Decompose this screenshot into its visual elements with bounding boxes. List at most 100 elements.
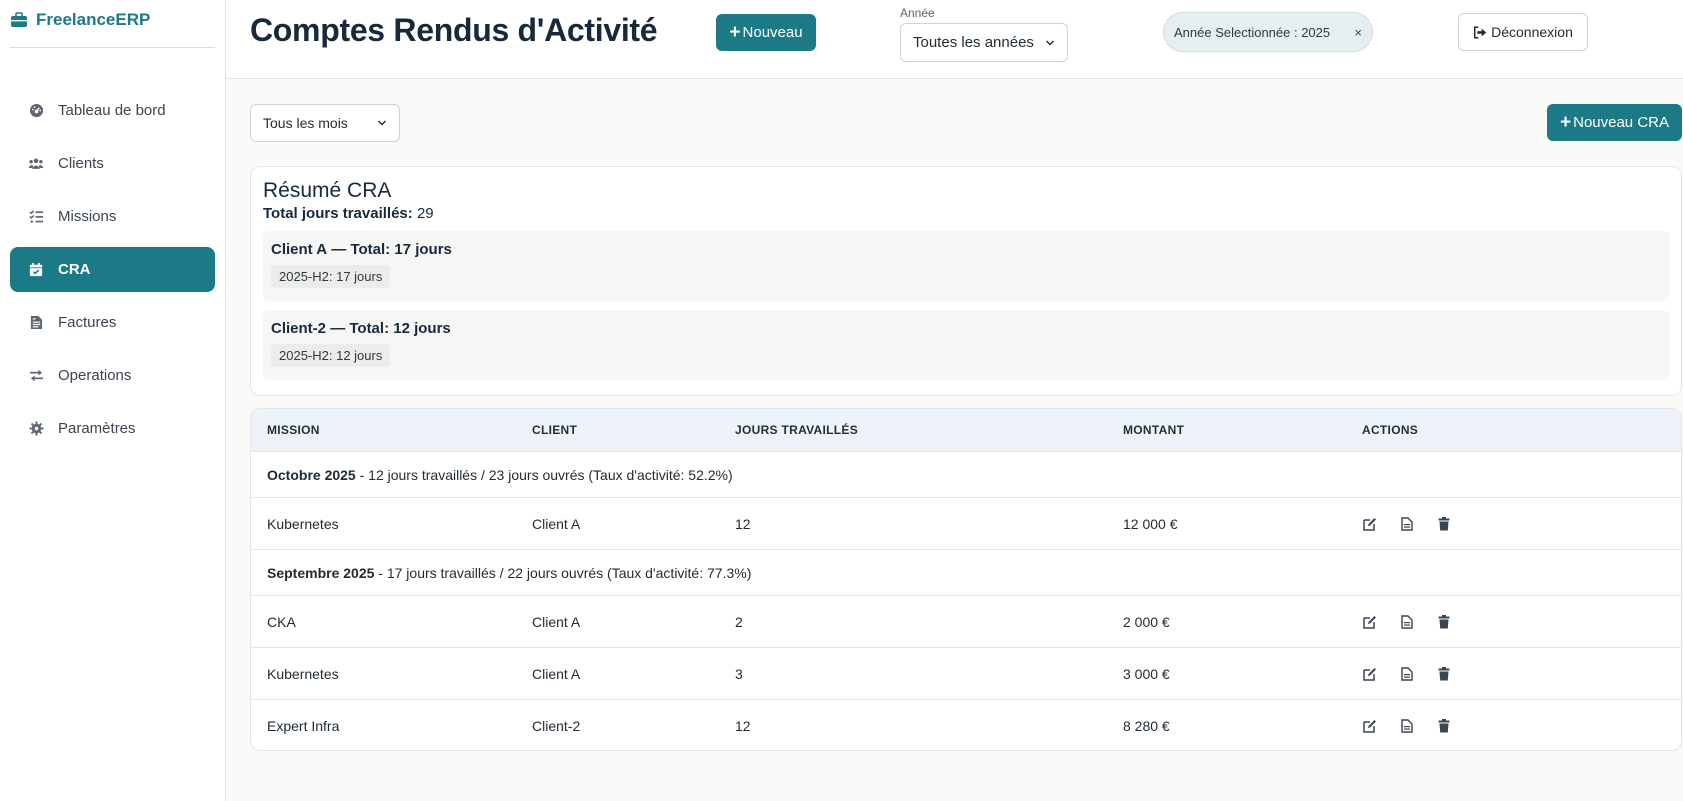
sidebar-nav: Tableau de bord Clients Missions CRA Fac…: [0, 48, 225, 451]
logout-button-label: Déconnexion: [1491, 24, 1573, 40]
edit-icon[interactable]: [1362, 718, 1378, 734]
logout-button[interactable]: Déconnexion: [1458, 13, 1588, 51]
summary-client-block: Client-2 — Total: 12 jours 2025-H2: 12 j…: [263, 310, 1669, 380]
cell-montant: 2 000 €: [1123, 613, 1170, 630]
sidebar-item-label: Tableau de bord: [58, 102, 166, 119]
cell-client: Client-2: [532, 718, 581, 734]
cell-mission: CKA: [267, 613, 296, 630]
cell-montant: 8 280 €: [1123, 718, 1170, 734]
cell-mission: Expert Infra: [267, 718, 340, 734]
summary-total: Total jours travaillés: 29: [263, 205, 1669, 222]
sidebar-item-label: Operations: [58, 367, 132, 384]
edit-icon[interactable]: [1362, 516, 1378, 532]
selected-year-chip: Année Selectionnée : 2025 ×: [1163, 12, 1373, 52]
new-cra-button-label: Nouveau CRA: [1573, 114, 1669, 131]
document-icon[interactable]: [1399, 718, 1415, 734]
cell-jours: 3: [735, 665, 743, 682]
month-group-row: Octobre 2025 - 12 jours travaillés / 23 …: [251, 452, 1681, 498]
sidebar-item-missions[interactable]: Missions: [10, 194, 215, 239]
sidebar-item-parametres[interactable]: Paramètres: [10, 406, 215, 451]
table-header: MISSION CLIENT JOURS TRAVAILLÉS MONTANT …: [251, 409, 1681, 452]
document-icon[interactable]: [1399, 666, 1415, 682]
chevron-down-icon: [378, 120, 386, 126]
cell-client: Client A: [532, 665, 581, 682]
cell-jours: 12: [735, 718, 751, 734]
new-button[interactable]: + Nouveau: [716, 14, 816, 51]
row-actions: [1362, 666, 1452, 682]
dashboard-icon: [28, 103, 44, 119]
column-header-mission[interactable]: MISSION: [267, 423, 320, 437]
selected-year-chip-label: Année Selectionnée : 2025: [1174, 24, 1331, 40]
month-group-detail: - 17 jours travaillés / 22 jours ouvrés …: [374, 564, 752, 581]
month-select[interactable]: Tous les mois: [250, 104, 400, 142]
sidebar-item-tableau-de-bord[interactable]: Tableau de bord: [10, 88, 215, 133]
trash-icon[interactable]: [1436, 718, 1452, 734]
cell-montant: 12 000 €: [1123, 515, 1178, 532]
calendar-check-icon: [28, 262, 44, 278]
edit-icon[interactable]: [1362, 666, 1378, 682]
row-actions: [1362, 718, 1452, 734]
column-header-jours[interactable]: JOURS TRAVAILLÉS: [735, 423, 858, 437]
summary-client-heading: Client-2 — Total: 12 jours: [271, 320, 1661, 337]
summary-period-badge: 2025-H2: 12 jours: [271, 344, 391, 367]
cra-table: MISSION CLIENT JOURS TRAVAILLÉS MONTANT …: [250, 408, 1682, 751]
briefcase-icon: [11, 12, 27, 27]
sidebar-item-cra[interactable]: CRA: [10, 247, 215, 292]
top-bar: Comptes Rendus d'Activité + Nouveau Anné…: [226, 0, 1683, 79]
table-row: Kubernetes Client A 3 3 000 €: [251, 648, 1681, 700]
summary-total-label: Total jours travaillés:: [263, 205, 413, 222]
invoice-icon: [28, 315, 44, 331]
row-actions: [1362, 614, 1452, 630]
sidebar-item-label: Factures: [58, 314, 117, 331]
sidebar-item-label: Clients: [58, 155, 104, 172]
summary-title: Résumé CRA: [263, 179, 392, 202]
cell-client: Client A: [532, 613, 581, 630]
sidebar-item-clients[interactable]: Clients: [10, 141, 215, 186]
plus-icon: +: [1560, 112, 1572, 133]
new-button-label: Nouveau: [742, 24, 803, 41]
edit-icon[interactable]: [1362, 614, 1378, 630]
plus-icon: +: [729, 22, 741, 43]
brand-name: FreelanceERP: [36, 10, 151, 29]
sidebar-item-label: CRA: [58, 261, 91, 278]
close-icon[interactable]: ×: [1354, 25, 1362, 40]
tasks-icon: [28, 209, 44, 225]
month-group-detail: - 12 jours travaillés / 23 jours ouvrés …: [355, 466, 733, 483]
column-header-client[interactable]: CLIENT: [532, 423, 577, 437]
column-header-montant[interactable]: MONTANT: [1123, 423, 1184, 437]
page-title: Comptes Rendus d'Activité: [250, 12, 658, 48]
month-group-row: Septembre 2025 - 17 jours travaillés / 2…: [251, 550, 1681, 596]
year-select[interactable]: Toutes les années: [900, 23, 1068, 62]
month-group-label: Septembre 2025 - 17 jours travaillés / 2…: [267, 565, 751, 581]
cra-summary-card: Résumé CRA Total jours travaillés: 29 Cl…: [250, 166, 1682, 396]
sidebar: FreelanceERP Tableau de bord Clients Mis…: [0, 0, 226, 801]
summary-client-heading: Client A — Total: 17 jours: [271, 241, 1661, 258]
document-icon[interactable]: [1399, 614, 1415, 630]
table-row: CKA Client A 2 2 000 €: [251, 596, 1681, 648]
month-group-label: Octobre 2025 - 12 jours travaillés / 23 …: [267, 467, 733, 483]
gear-icon: [28, 421, 44, 437]
column-header-actions: ACTIONS: [1362, 423, 1419, 437]
document-icon[interactable]: [1399, 516, 1415, 532]
sidebar-item-label: Paramètres: [58, 420, 136, 437]
sidebar-item-operations[interactable]: Operations: [10, 353, 215, 398]
summary-period-badge: 2025-H2: 17 jours: [271, 265, 391, 288]
new-cra-button[interactable]: + Nouveau CRA: [1547, 104, 1682, 141]
row-actions: [1362, 516, 1452, 532]
trash-icon[interactable]: [1436, 614, 1452, 630]
month-group-month: Septembre 2025: [267, 564, 375, 581]
summary-total-value: 29: [416, 205, 434, 222]
trash-icon[interactable]: [1436, 666, 1452, 682]
month-group-month: Octobre 2025: [267, 466, 356, 483]
cell-jours: 12: [735, 515, 751, 532]
chevron-down-icon: [1046, 40, 1054, 45]
table-row: Expert Infra Client-2 12 8 280 €: [251, 700, 1681, 750]
brand[interactable]: FreelanceERP: [10, 0, 215, 48]
trash-icon[interactable]: [1436, 516, 1452, 532]
sidebar-item-label: Missions: [58, 208, 117, 225]
month-select-value: Tous les mois: [263, 115, 348, 131]
summary-client-block: Client A — Total: 17 jours 2025-H2: 17 j…: [263, 231, 1669, 301]
year-select-value: Toutes les années: [913, 34, 1034, 51]
table-row: Kubernetes Client A 12 12 000 €: [251, 498, 1681, 550]
sidebar-item-factures[interactable]: Factures: [10, 300, 215, 345]
